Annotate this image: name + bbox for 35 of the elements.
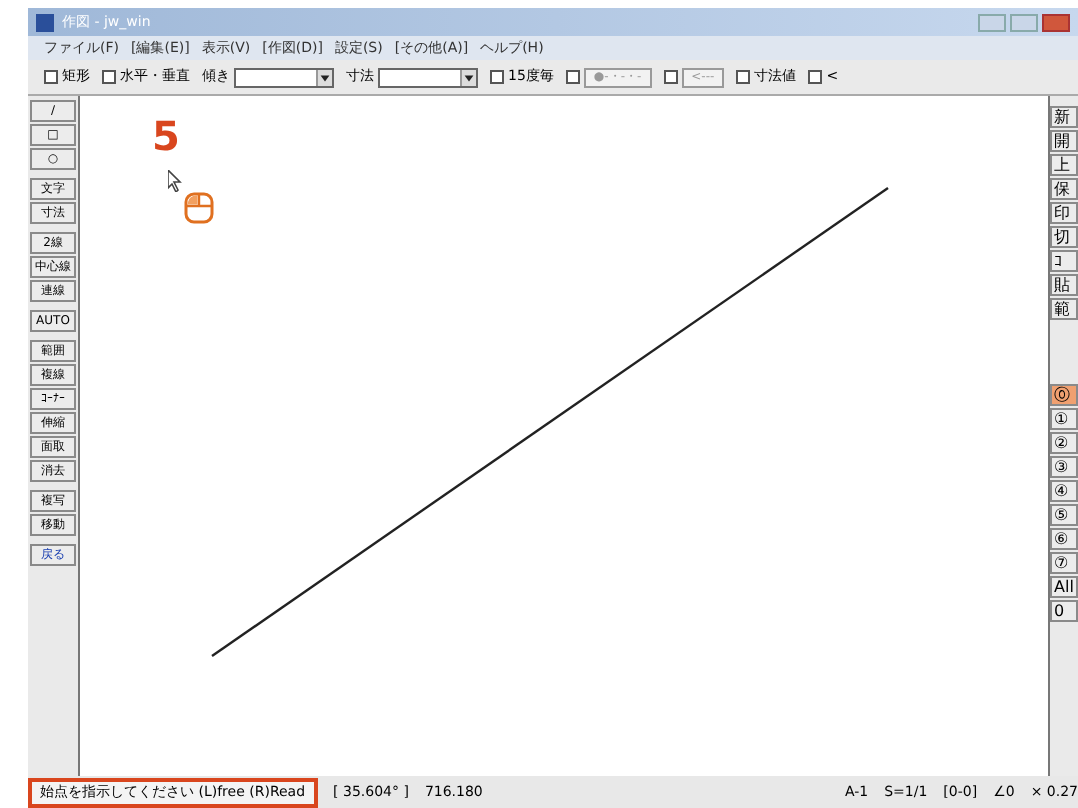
checkbox[interactable]: [663, 70, 678, 84]
tool-button[interactable]: 上: [1050, 154, 1078, 176]
layer-button[interactable]: ⓪: [1050, 384, 1078, 406]
layer-button[interactable]: 0: [1050, 600, 1078, 622]
close-button[interactable]: [1042, 13, 1070, 31]
tool-button[interactable]: 切: [1050, 226, 1078, 248]
checkbox[interactable]: [44, 70, 58, 84]
dropdown-arrow-icon: [460, 69, 476, 85]
checkbox[interactable]: [490, 70, 504, 84]
checkbox[interactable]: [808, 70, 823, 84]
tool-button[interactable]: ｺ: [1050, 250, 1078, 272]
step-number: 5: [152, 116, 180, 156]
layer-button[interactable]: ⑤: [1050, 504, 1078, 526]
dropdown[interactable]: [234, 67, 334, 87]
tool-button[interactable]: 開: [1050, 130, 1078, 152]
layer-button[interactable]: ⑥: [1050, 528, 1078, 550]
layer-button[interactable]: All: [1050, 576, 1078, 598]
layer-button[interactable]: ④: [1050, 480, 1078, 502]
layer-button[interactable]: ③: [1050, 456, 1078, 478]
layer-button[interactable]: ①: [1050, 408, 1078, 430]
tool-button[interactable]: 貼: [1050, 274, 1078, 296]
mouse-icon: [184, 192, 214, 224]
tool-button[interactable]: 範: [1050, 298, 1078, 320]
app-icon: [36, 13, 54, 31]
dropdown-arrow-icon: [316, 69, 332, 85]
layer-button[interactable]: ②: [1050, 432, 1078, 454]
tool-button[interactable]: 新: [1050, 106, 1078, 128]
checkbox[interactable]: [565, 70, 580, 84]
checkbox[interactable]: [102, 70, 116, 84]
checkbox[interactable]: [736, 70, 751, 84]
layer-button[interactable]: ⑦: [1050, 552, 1078, 574]
tool-button[interactable]: 印: [1050, 202, 1078, 224]
tool-button[interactable]: 保: [1050, 178, 1078, 200]
dropdown[interactable]: [378, 67, 478, 87]
cursor-icon: [168, 170, 182, 192]
